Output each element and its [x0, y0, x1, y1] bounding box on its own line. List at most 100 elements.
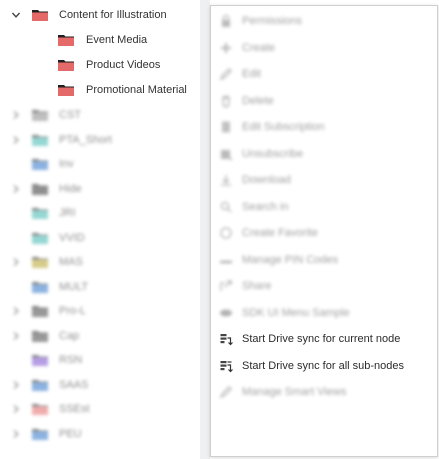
tree-node-child[interactable]: Promotional Material — [0, 79, 220, 101]
menu-item-create-favorite[interactable]: Create Favorite — [211, 220, 437, 246]
tree-node-blurred[interactable]: SAAS — [0, 374, 220, 396]
eye-icon — [219, 306, 233, 320]
menu-item-permissions[interactable]: Permissions — [211, 8, 437, 34]
folder-icon — [32, 207, 48, 219]
folder-icon — [32, 354, 48, 366]
tree-node-label: Event Media — [86, 34, 148, 46]
tree-node-label: Product Videos — [86, 59, 161, 71]
folder-icon — [58, 34, 74, 46]
tree-node-label: PTA_Short — [59, 133, 112, 146]
tree-node-blurred[interactable]: SSEst — [0, 398, 220, 420]
plus-icon — [219, 41, 233, 55]
search-icon — [219, 200, 233, 214]
menu-item-label: Manage PIN Codes — [242, 253, 338, 266]
tree-node-label: PEU — [59, 427, 82, 440]
menu-item-manage-pin-codes[interactable]: Manage PIN Codes — [211, 247, 437, 273]
menu-item-label: Start Drive sync for current node — [242, 333, 401, 345]
tree-node-label: Pro-L — [59, 305, 86, 317]
tree-node-blurred[interactable]: Pro-L — [0, 300, 220, 322]
folder-icon — [32, 428, 48, 440]
tree-node-root[interactable]: Content for Illustration — [0, 4, 220, 26]
chevron-down-icon[interactable] — [10, 4, 22, 26]
lock-icon — [219, 14, 233, 28]
tree-node-label: MAS — [59, 256, 83, 268]
tree-node-blurred[interactable]: MAS — [0, 251, 220, 273]
chevron-right-icon[interactable] — [10, 129, 22, 151]
menu-item-manage-smart-views[interactable]: Manage Smart Views — [211, 379, 437, 405]
menu-item-download[interactable]: Download — [211, 167, 437, 193]
folder-icon — [32, 256, 48, 268]
context-menu: Permissions Create Edit Delete Edit Subscrip… — [210, 5, 438, 457]
key-icon — [219, 253, 233, 267]
folder-icon — [58, 84, 74, 96]
unsubscribe-icon — [219, 147, 233, 161]
folder-icon — [32, 330, 48, 342]
menu-item-share[interactable]: Share — [211, 273, 437, 299]
menu-item-start-drive-sync-for-current-node[interactable]: Start Drive sync for current node — [211, 326, 437, 352]
menu-item-label: SDK UI Menu Sample — [242, 306, 350, 319]
tree-node-blurred[interactable]: Hide — [0, 178, 220, 200]
menu-item-create[interactable]: Create — [211, 35, 437, 61]
tree-node-blurred[interactable]: PTA_Short — [0, 129, 220, 151]
tree-node-child[interactable]: Event Media — [0, 29, 220, 51]
chevron-right-icon[interactable] — [10, 374, 22, 396]
menu-item-edit-subscription[interactable]: Edit Subscription — [211, 114, 437, 140]
tree-node-label: RSN — [59, 354, 83, 366]
chevron-right-icon[interactable] — [10, 325, 22, 347]
menu-item-start-drive-sync-for-all-sub-nodes[interactable]: Start Drive sync for all sub-nodes — [211, 353, 437, 379]
tree-node-label: Inv — [59, 158, 74, 170]
chevron-right-icon[interactable] — [10, 300, 22, 322]
folder-icon — [32, 158, 48, 170]
trash-icon — [219, 94, 233, 108]
menu-item-label: Create — [242, 41, 276, 54]
folder-icon — [58, 59, 74, 71]
tree-node-child[interactable]: Product Videos — [0, 54, 220, 76]
folder-icon — [32, 9, 48, 21]
tree-node-blurred[interactable]: CST — [0, 104, 220, 126]
folder-tree: Content for Illustration Event Media Produ… — [0, 0, 220, 459]
tree-node-label: JRI — [59, 207, 76, 219]
folder-icon — [32, 232, 48, 244]
menu-item-label: Share — [242, 280, 272, 292]
menu-item-unsubscribe[interactable]: Unsubscribe — [211, 141, 437, 167]
tree-node-blurred[interactable]: VVID — [0, 227, 220, 249]
folder-icon — [32, 109, 48, 121]
tree-node-label: Cap — [59, 329, 80, 342]
tree-node-label: Hide — [59, 182, 82, 195]
tree-node-label: SSEst — [59, 403, 90, 415]
menu-item-label: Download — [242, 174, 291, 186]
chevron-right-icon[interactable] — [10, 104, 22, 126]
chevron-right-icon[interactable] — [10, 251, 22, 273]
menu-item-edit[interactable]: Edit — [211, 61, 437, 87]
menu-item-label: Create Favorite — [242, 227, 318, 239]
tree-node-blurred[interactable]: Cap — [0, 325, 220, 347]
menu-item-label: Edit Subscription — [242, 121, 325, 133]
folder-icon — [32, 305, 48, 317]
menu-item-label: Manage Smart Views — [242, 386, 347, 398]
tree-node-blurred[interactable]: RSN — [0, 349, 220, 371]
menu-item-search-in[interactable]: Search in — [211, 194, 437, 220]
menu-item-delete[interactable]: Delete — [211, 88, 437, 114]
folder-icon — [32, 183, 48, 195]
folder-icon — [32, 134, 48, 146]
tree-node-blurred[interactable]: PEU — [0, 423, 220, 445]
tree-node-blurred[interactable]: Inv — [0, 153, 220, 175]
drive-sync-icon — [219, 332, 233, 346]
tree-node-label: MULT — [59, 280, 89, 293]
document-icon — [219, 120, 233, 134]
tree-node-blurred[interactable]: JRI — [0, 202, 220, 224]
star-icon — [219, 226, 233, 240]
folder-icon — [32, 379, 48, 391]
tree-node-label: SAAS — [59, 378, 89, 391]
share-icon — [219, 279, 233, 293]
drive-sync-all-icon — [219, 359, 233, 373]
tree-scroll-edge — [200, 0, 210, 459]
menu-item-sdk-ui-menu-sample[interactable]: SDK UI Menu Sample — [211, 300, 437, 326]
download-icon — [219, 173, 233, 187]
chevron-right-icon[interactable] — [10, 423, 22, 445]
chevron-right-icon[interactable] — [10, 398, 22, 420]
chevron-right-icon[interactable] — [10, 178, 22, 200]
folder-icon — [32, 281, 48, 293]
tree-node-blurred[interactable]: MULT — [0, 276, 220, 298]
menu-item-label: Permissions — [242, 15, 302, 27]
